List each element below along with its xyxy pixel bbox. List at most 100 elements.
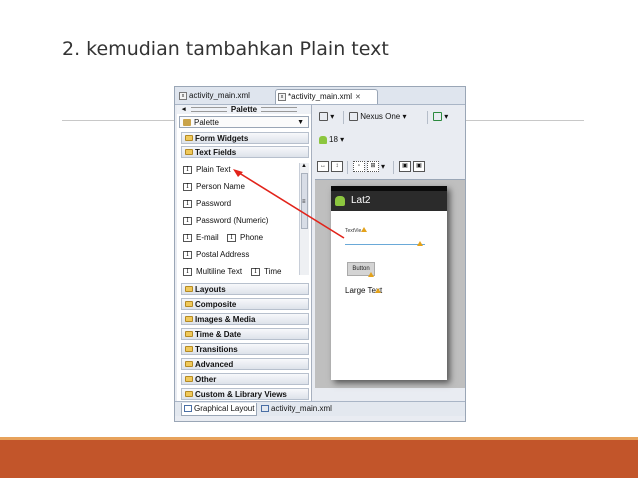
eclipse-layout-editor-screenshot: x activity_main.xml x *activity_main.xml ✕ … [174,86,466,422]
palette-item-phone[interactable]: I Phone [227,231,263,245]
zoom-fit-icon[interactable]: ▣ [413,161,425,172]
folder-icon [185,376,193,382]
tab-activity-main-modified[interactable]: x *activity_main.xml ✕ [275,89,378,104]
folder-open-icon [185,149,193,155]
preview-edit-text-hint[interactable]: TextVie [345,228,361,234]
divider-left [62,120,174,121]
footer-band [0,440,638,478]
scroll-up-icon[interactable]: ▲ [301,163,307,169]
preview-edit-text[interactable] [345,244,425,245]
chevron-down-icon: ▾ [402,112,407,121]
distribute-icon[interactable]: ⊞ [367,161,379,172]
text-field-icon: I [251,267,260,276]
category-advanced[interactable]: Advanced [181,358,309,370]
xml-file-icon [261,405,269,413]
layout-icon [184,405,192,413]
toolbar-separator [347,161,348,174]
toggle-fill-width-icon[interactable]: ↔ [317,161,329,172]
text-field-icon: I [183,165,192,174]
category-layouts[interactable]: Layouts [181,283,309,295]
toggle-fill-height-icon[interactable]: ↕ [331,161,343,172]
palette-header: ◂ Palette [177,105,311,114]
tab-activity-main[interactable]: x activity_main.xml [177,89,278,103]
palette-item-postal-address[interactable]: I Postal Address [183,248,249,262]
folder-icon [185,135,193,141]
palette-selector[interactable]: Palette ▼ [179,116,309,128]
tab-graphical-layout[interactable]: Graphical Layout [181,403,258,416]
device-icon [349,112,358,122]
palette-item-password-numeric[interactable]: I Password (Numeric) [183,214,268,228]
rotate-icon [433,112,442,122]
chevron-down-icon: ▾ [330,112,335,121]
margins-icon[interactable]: ▫ [353,161,365,172]
xml-file-icon: x [179,91,187,100]
editor-toolbar-api: 18 ▾ [313,133,465,149]
toolbar-separator [427,111,428,124]
palette-item-plain-text[interactable]: I Plain Text [183,163,231,177]
toolbar-separator [343,111,344,124]
orientation-chooser[interactable]: ▾ [433,110,448,124]
category-images-media[interactable]: Images & Media [181,313,309,325]
text-field-icon: I [183,250,192,259]
text-field-icon: I [183,182,192,191]
category-custom-library-views[interactable]: Custom & Library Views [181,388,309,400]
category-time-date[interactable]: Time & Date [181,328,309,340]
palette-panel: ◂ Palette Palette ▼ Form Widgets Text Fi… [177,105,312,401]
layout-canvas[interactable]: Lat2 TextVie Button Large Text [315,179,465,388]
text-field-icon: I [183,233,192,242]
chevron-down-icon[interactable]: ▾ [381,160,385,174]
file-icon [319,112,328,122]
collapse-arrow-icon[interactable]: ◂ [182,105,186,114]
category-transitions[interactable]: Transitions [181,343,309,355]
editor-bottom-tabs: Graphical Layout activity_main.xml [175,401,465,416]
grip-icon [190,107,227,113]
folder-icon [185,316,193,322]
chevron-down-icon: ▾ [444,112,449,121]
close-icon[interactable]: ✕ [355,94,361,101]
folder-icon [185,361,193,367]
text-field-icon: I [183,199,192,208]
folder-icon [185,301,193,307]
palette-item-password[interactable]: I Password [183,197,231,211]
action-bar: Lat2 [331,191,447,211]
zoom-icon[interactable]: ▣ [399,161,411,172]
palette-item-email[interactable]: I E-mail [183,231,219,245]
category-other[interactable]: Other [181,373,309,385]
tab-xml-source[interactable]: activity_main.xml [259,403,334,415]
palette-item-multiline-text[interactable]: I Multiline Text [183,265,242,279]
text-field-icon: I [183,216,192,225]
folder-icon [185,286,193,292]
grip-icon [261,107,298,113]
palette-item-time[interactable]: I Time [251,265,281,279]
device-preview: Lat2 TextVie Button Large Text [331,186,447,380]
warning-icon [417,241,423,246]
api-level-chooser[interactable]: 18 ▾ [319,133,344,147]
text-field-icon: I [183,267,192,276]
warning-icon [361,227,367,232]
warning-icon [375,288,381,293]
category-form-widgets[interactable]: Form Widgets [181,132,309,144]
xml-file-icon: x [278,92,286,101]
config-chooser[interactable]: ▾ [319,110,334,124]
palette-icon [183,119,191,126]
android-icon [335,196,345,206]
palette-item-person-name[interactable]: I Person Name [183,180,245,194]
category-composite[interactable]: Composite [181,298,309,310]
editor-tab-bar: x activity_main.xml x *activity_main.xml ✕ [175,87,465,105]
toolbar-separator [393,161,394,174]
chevron-down-icon: ▼ [297,119,304,126]
text-field-icon: I [227,233,236,242]
slide-title: 2. kemudian tambahkan Plain text [62,38,389,60]
palette-scrollbar[interactable]: ▲ ≡ [299,163,309,275]
folder-icon [185,391,193,397]
editor-toolbar-devices: ▾ Nexus One ▾ ▾ [313,107,465,127]
device-chooser[interactable]: Nexus One ▾ [349,110,407,124]
editor-toolbar-layout: ↔ ↕ ▫ ⊞ ▾ ▣ ▣ [313,159,465,177]
category-text-fields[interactable]: Text Fields [181,146,309,158]
android-icon [319,135,327,144]
warning-icon [368,272,374,277]
folder-icon [185,331,193,337]
grip-icon: ≡ [302,199,306,205]
chevron-down-icon: ▾ [340,135,345,144]
divider-right [466,120,584,121]
